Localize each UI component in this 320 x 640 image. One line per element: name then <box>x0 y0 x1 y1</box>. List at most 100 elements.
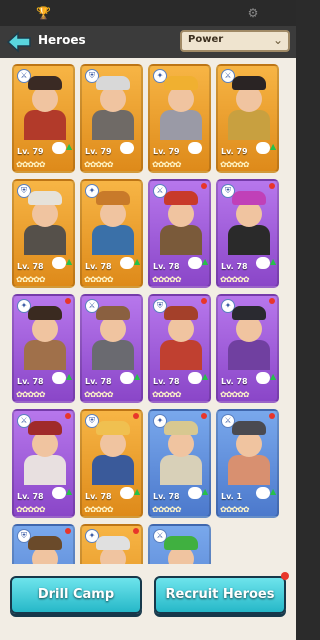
hero-card[interactable]: ⚔ Lv. 78 ▲ ✿✿✿✿✿ <box>12 409 75 518</box>
hero-portrait <box>224 76 274 140</box>
hero-card[interactable]: ✦ Lv. 78 ▲ ✿✿✿✿✿ <box>12 294 75 403</box>
hero-level: Lv. 79 <box>17 147 44 156</box>
hero-card[interactable]: ⛨ <box>12 524 75 564</box>
star-rating-icon: ✿✿✿✿✿ <box>152 505 181 514</box>
recruit-heroes-button[interactable]: Recruit Heroes <box>154 576 286 614</box>
upgrade-arrow-icon: ▲ <box>270 257 277 266</box>
hero-card[interactable]: ⛨ Lv. 78 ▲ ✿✿✿✿✿ <box>80 409 143 518</box>
upgrade-arrow-icon: ▲ <box>134 487 141 496</box>
hero-level: Lv. 78 <box>17 262 44 271</box>
upgrade-arrow-icon: ▲ <box>270 372 277 381</box>
star-rating-icon: ✿✿✿✿✿ <box>16 160 45 169</box>
hero-card[interactable]: ⚔ Lv. 79 ▲ ✿✿✿✿✿ <box>216 64 279 173</box>
star-rating-icon: ✿✿✿✿✿ <box>152 275 181 284</box>
hero-grid[interactable]: ⚔ Lv. 79 ▲ ✿✿✿✿✿ ⛨ Lv. 79 ✿✿✿✿✿ ✦ Lv. 79 ✿✿✿✿✿ ⚔ Lv… <box>12 64 286 564</box>
hero-card[interactable]: ✦ Lv. 78 ▲ ✿✿✿✿✿ <box>216 294 279 403</box>
emote-icon <box>256 142 270 154</box>
emote-icon <box>52 142 66 154</box>
trophy-icon[interactable]: 🏆 <box>36 6 51 20</box>
emote-icon <box>120 257 134 269</box>
hero-card[interactable]: ⛨ Lv. 78 ▲ ✿✿✿✿✿ <box>12 179 75 288</box>
hero-card[interactable]: ⛨ Lv. 78 ▲ ✿✿✿✿✿ <box>148 294 211 403</box>
hero-portrait <box>156 76 206 140</box>
notification-dot <box>269 298 275 304</box>
hero-portrait <box>156 421 206 485</box>
star-rating-icon: ✿✿✿✿✿ <box>220 160 249 169</box>
hero-portrait <box>88 536 138 564</box>
bottom-button-bar: Drill Camp Recruit Heroes <box>0 566 296 640</box>
emote-icon <box>52 257 66 269</box>
emote-icon <box>120 372 134 384</box>
upgrade-arrow-icon: ▲ <box>134 257 141 266</box>
hero-card[interactable]: ✦ Lv. 79 ✿✿✿✿✿ <box>148 64 211 173</box>
back-arrow-icon[interactable] <box>6 30 32 54</box>
star-rating-icon: ✿✿✿✿✿ <box>84 505 113 514</box>
star-rating-icon: ✿✿✿✿✿ <box>152 390 181 399</box>
chevron-down-icon: ⌄ <box>272 33 283 47</box>
notification-dot <box>281 572 289 580</box>
emote-icon <box>52 372 66 384</box>
hero-level: Lv. 78 <box>85 377 112 386</box>
hero-portrait <box>156 306 206 370</box>
upgrade-arrow-icon: ▲ <box>202 372 209 381</box>
star-rating-icon: ✿✿✿✿✿ <box>16 505 45 514</box>
hero-level: Lv. 79 <box>85 147 112 156</box>
hero-level: Lv. 78 <box>85 492 112 501</box>
top-bar: 🏆 ⚙ <box>0 0 296 26</box>
hero-portrait <box>20 421 70 485</box>
star-rating-icon: ✿✿✿✿✿ <box>220 390 249 399</box>
hero-card[interactable]: ⚔ Lv. 78 ▲ ✿✿✿✿✿ <box>148 179 211 288</box>
hero-card[interactable]: ✦ <box>80 524 143 564</box>
notification-dot <box>65 528 71 534</box>
hero-portrait <box>88 421 138 485</box>
hero-card[interactable]: ⚔ Lv. 78 ▲ ✿✿✿✿✿ <box>80 294 143 403</box>
notification-dot <box>201 413 207 419</box>
emote-icon <box>188 257 202 269</box>
hero-portrait <box>88 76 138 140</box>
hero-portrait <box>156 536 206 564</box>
star-rating-icon: ✿✿✿✿✿ <box>16 275 45 284</box>
star-rating-icon: ✿✿✿✿✿ <box>220 505 249 514</box>
hero-card[interactable]: ⚔ Lv. 79 ▲ ✿✿✿✿✿ <box>12 64 75 173</box>
gear-icon[interactable]: ⚙ <box>246 6 260 20</box>
upgrade-arrow-icon: ▲ <box>270 487 277 496</box>
notification-dot <box>65 298 71 304</box>
hero-portrait <box>88 306 138 370</box>
recruit-heroes-label: Recruit Heroes <box>165 587 275 602</box>
hero-portrait <box>156 191 206 255</box>
star-rating-icon: ✿✿✿✿✿ <box>16 390 45 399</box>
drill-camp-button[interactable]: Drill Camp <box>10 576 142 614</box>
upgrade-arrow-icon: ▲ <box>270 142 277 151</box>
hero-card[interactable]: ⚔ <box>148 524 211 564</box>
hero-card[interactable]: ⚔ Lv. 1 ▲ ✿✿✿✿✿ <box>216 409 279 518</box>
page-title: Heroes <box>38 33 86 47</box>
upgrade-arrow-icon: ▲ <box>202 257 209 266</box>
star-rating-icon: ✿✿✿✿✿ <box>84 390 113 399</box>
star-rating-icon: ✿✿✿✿✿ <box>152 160 181 169</box>
notification-dot <box>201 183 207 189</box>
hero-card[interactable]: ⛨ Lv. 79 ✿✿✿✿✿ <box>80 64 143 173</box>
emote-icon <box>52 487 66 499</box>
hero-level: Lv. 78 <box>17 492 44 501</box>
star-rating-icon: ✿✿✿✿✿ <box>220 275 249 284</box>
hero-portrait <box>20 191 70 255</box>
upgrade-arrow-icon: ▲ <box>134 372 141 381</box>
emote-icon <box>256 487 270 499</box>
hero-level: Lv. 79 <box>221 147 248 156</box>
hero-card[interactable]: ⛨ Lv. 78 ▲ ✿✿✿✿✿ <box>216 179 279 288</box>
hero-portrait <box>20 76 70 140</box>
heroes-header: Heroes Power ⌄ <box>0 26 296 58</box>
hero-card[interactable]: ✦ Lv. 78 ▲ ✿✿✿✿✿ <box>148 409 211 518</box>
hero-level: Lv. 78 <box>221 262 248 271</box>
emote-icon <box>120 142 134 154</box>
hero-level: Lv. 78 <box>153 377 180 386</box>
sort-dropdown[interactable]: Power ⌄ <box>180 30 290 52</box>
hero-portrait <box>224 421 274 485</box>
notification-dot <box>133 528 139 534</box>
hero-level: Lv. 78 <box>153 492 180 501</box>
hero-portrait <box>20 306 70 370</box>
hero-level: Lv. 78 <box>85 262 112 271</box>
hero-card[interactable]: ✦ Lv. 78 ▲ ✿✿✿✿✿ <box>80 179 143 288</box>
upgrade-arrow-icon: ▲ <box>66 487 73 496</box>
notification-dot <box>269 183 275 189</box>
